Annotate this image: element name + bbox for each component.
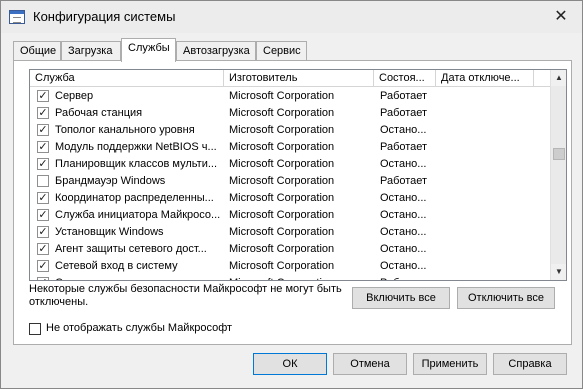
service-status: Работает — [380, 175, 428, 187]
service-row[interactable]: Брандмауэр Windows Microsoft Corporation Р… — [30, 173, 550, 190]
service-status: Работает — [380, 275, 436, 280]
system-configuration-window: Конфигурация системы ✕ Общие Загрузка Сл… — [0, 0, 583, 389]
column-service[interactable]: Служба — [30, 70, 224, 87]
service-name: Тополог канального уровня — [55, 124, 195, 136]
service-name: Координатор распределенны... — [55, 192, 214, 204]
service-manufacturer: Microsoft Corporation — [229, 90, 335, 102]
service-name: Модуль поддержки NetBIOS ч... — [55, 141, 217, 153]
services-rows: ✓ Сервер Microsoft Corporation Работает ✓ Раб… — [30, 88, 550, 280]
service-checkbox[interactable]: ✓ — [37, 209, 49, 221]
service-status: Работает — [380, 107, 428, 119]
service-name: Установщик Windows — [55, 226, 164, 238]
list-header: Служба Изготовитель Состоя... Дата отклю… — [30, 70, 550, 87]
service-row[interactable]: ✓ Тополог канального уровня Microsoft Corp… — [30, 122, 550, 139]
disable-all-button[interactable]: Отключить все — [457, 287, 555, 309]
service-row[interactable]: ✓ Рабочая станция Microsoft Corporation Раб… — [30, 105, 550, 122]
title-bar[interactable]: Конфигурация системы ✕ — [1, 1, 582, 33]
tab-tools[interactable]: Сервис — [256, 41, 307, 61]
service-checkbox[interactable]: ✓ — [37, 158, 49, 170]
ok-button[interactable]: ОК — [253, 353, 327, 375]
service-name: Планировщик классов мульти... — [55, 158, 218, 170]
column-manufacturer[interactable]: Изготовитель — [224, 70, 374, 87]
service-name: Сетевой вход в систему — [55, 260, 178, 272]
service-manufacturer: Microsoft Corporation — [229, 209, 335, 221]
service-status: Остано... — [380, 192, 427, 204]
cancel-button[interactable]: Отмена — [333, 353, 407, 375]
enable-all-button[interactable]: Включить все — [352, 287, 450, 309]
service-row[interactable]: ✓ Установщик Windows Microsoft Corporation… — [30, 224, 550, 241]
service-checkbox[interactable]: ✓ — [37, 107, 49, 119]
tab-services[interactable]: Службы — [121, 38, 176, 62]
column-status[interactable]: Состоя... — [374, 70, 436, 87]
service-name: Сервер — [55, 90, 94, 102]
service-row[interactable]: ✓ Координатор распределенны... Microsoft C… — [30, 190, 550, 207]
service-checkbox[interactable]: ✓ — [37, 243, 49, 255]
service-checkbox[interactable]: ✓ — [37, 90, 49, 102]
scroll-down-icon[interactable]: ▼ — [551, 264, 566, 280]
security-services-notice: Некоторые службы безопасности Майкрософт… — [29, 283, 342, 308]
service-manufacturer: Microsoft Corporation — [229, 243, 335, 255]
scroll-up-icon[interactable]: ▲ — [551, 70, 566, 86]
column-date-disabled[interactable]: Дата отключе... — [436, 70, 534, 87]
service-row[interactable]: ✓ Агент защиты сетевого дост... Microsoft … — [30, 241, 550, 258]
close-button[interactable]: ✕ — [548, 7, 574, 27]
apply-button[interactable]: Применить — [413, 353, 487, 375]
service-checkbox[interactable]: ✓ — [37, 141, 49, 153]
service-manufacturer: Microsoft Corporation — [229, 175, 335, 187]
service-manufacturer: Microsoft Corporation — [229, 226, 335, 238]
services-tab-panel: Служба Изготовитель Состоя... Дата отклю… — [13, 60, 572, 345]
tab-startup[interactable]: Автозагрузка — [176, 41, 256, 61]
service-checkbox[interactable]: ✓ — [37, 260, 49, 272]
service-checkbox[interactable] — [37, 175, 49, 187]
service-name: Служба инициатора Майкросо... — [55, 209, 221, 221]
service-checkbox[interactable]: ✓ — [37, 124, 49, 136]
service-manufacturer: Microsoft Corporation — [229, 107, 335, 119]
hide-microsoft-services-checkbox[interactable] — [29, 323, 41, 335]
service-status: Остано... — [380, 158, 427, 170]
window-title: Конфигурация системы — [33, 9, 176, 24]
tab-general[interactable]: Общие — [13, 41, 61, 61]
service-manufacturer: Microsoft Corporation — [229, 275, 373, 280]
service-manufacturer: Microsoft Corporation — [229, 141, 335, 153]
service-status: Остано... — [380, 243, 427, 255]
hide-microsoft-services-label: Не отображать службы Майкрософт — [46, 322, 233, 334]
service-manufacturer: Microsoft Corporation — [229, 158, 335, 170]
service-name: Агент защиты сетевого дост... — [55, 243, 207, 255]
service-row[interactable]: ✓ Служба инициатора Майкросо... Microsoft … — [30, 207, 550, 224]
scroll-thumb[interactable] — [553, 148, 565, 160]
services-list[interactable]: Служба Изготовитель Состоя... Дата отклю… — [29, 69, 567, 281]
service-manufacturer: Microsoft Corporation — [229, 192, 335, 204]
help-button[interactable]: Справка — [493, 353, 567, 375]
service-name: С... — [55, 275, 223, 280]
service-status: Остано... — [380, 124, 427, 136]
service-name: Брандмауэр Windows — [55, 175, 166, 187]
service-status: Остано... — [380, 226, 427, 238]
service-manufacturer: Microsoft Corporation — [229, 260, 335, 272]
service-status: Остано... — [380, 209, 427, 221]
service-checkbox[interactable]: ✓ — [37, 192, 49, 204]
service-manufacturer: Microsoft Corporation — [229, 124, 335, 136]
service-row[interactable]: ✓ Сетевой вход в систему Microsoft Corpora… — [30, 258, 550, 275]
msconfig-app-icon — [9, 10, 25, 24]
service-name: Рабочая станция — [55, 107, 143, 119]
service-status: Работает — [380, 90, 428, 102]
vertical-scrollbar[interactable]: ▲ ▼ — [550, 70, 566, 280]
service-row[interactable]: ✓ Планировщик классов мульти... Microsoft … — [30, 156, 550, 173]
service-status: Работает — [380, 141, 428, 153]
service-row[interactable]: ✓ С... Microsoft Corporation Работает — [30, 275, 550, 280]
service-row[interactable]: ✓ Сервер Microsoft Corporation Работает — [30, 88, 550, 105]
tab-boot[interactable]: Загрузка — [61, 41, 121, 61]
service-checkbox[interactable]: ✓ — [37, 226, 49, 238]
service-status: Остано... — [380, 260, 427, 272]
service-checkbox[interactable]: ✓ — [37, 277, 49, 280]
service-row[interactable]: ✓ Модуль поддержки NetBIOS ч... Microsoft … — [30, 139, 550, 156]
